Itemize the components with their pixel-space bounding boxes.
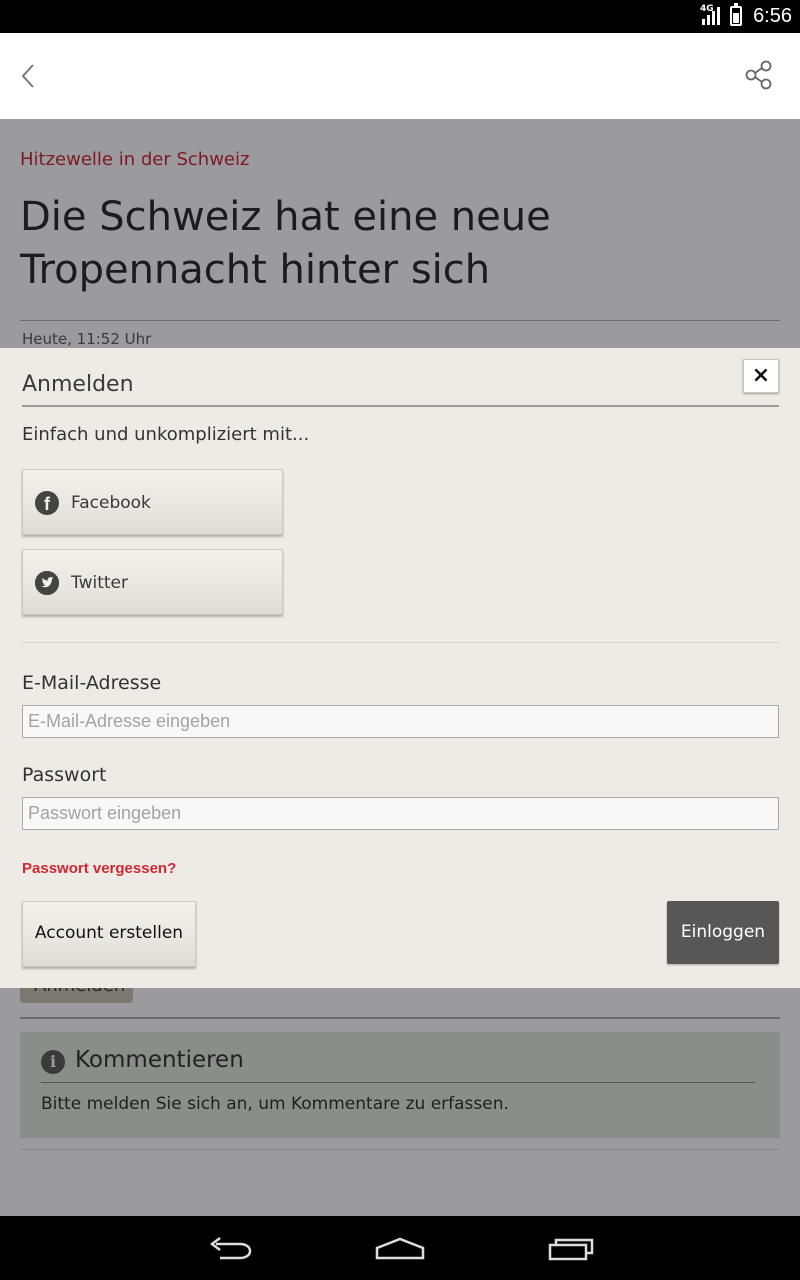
login-button[interactable]: Einloggen (667, 901, 779, 964)
password-field[interactable] (22, 797, 779, 830)
status-bar: 4G 6:56 (0, 0, 800, 33)
facebook-label: Facebook (71, 493, 151, 513)
recents-nav-icon[interactable] (547, 1237, 595, 1261)
divider (20, 1017, 780, 1019)
share-icon[interactable] (744, 59, 774, 91)
forgot-password-link[interactable]: Passwort vergessen? (22, 860, 176, 877)
navigation-bar (0, 1216, 800, 1280)
article-date: Heute, 11:52 Uhr (22, 330, 152, 348)
divider (20, 1149, 780, 1150)
back-icon[interactable] (14, 59, 48, 93)
create-account-button[interactable]: Account erstellen (22, 901, 196, 967)
signal-icon: 4G (700, 4, 720, 25)
twitter-icon (35, 571, 59, 595)
divider (41, 1082, 755, 1083)
home-nav-icon[interactable] (374, 1236, 426, 1262)
facebook-login-button[interactable]: f Facebook (22, 469, 283, 535)
comment-title: Kommentieren (75, 1047, 244, 1073)
info-icon: i (41, 1050, 65, 1074)
comment-box: i Kommentieren Bitte melden Sie sich an,… (20, 1032, 780, 1138)
battery-icon (730, 3, 742, 26)
twitter-label: Twitter (71, 573, 128, 593)
password-label: Passwort (22, 764, 107, 786)
dialog-title: Anmelden (22, 372, 134, 397)
comment-text: Bitte melden Sie sich an, um Kommentare … (41, 1094, 509, 1114)
twitter-login-button[interactable]: Twitter (22, 549, 283, 615)
back-nav-icon[interactable] (206, 1236, 254, 1262)
article-headline: Die Schweiz hat eine neue Tropennacht hi… (20, 194, 551, 293)
close-button[interactable]: × (743, 359, 779, 393)
divider (22, 642, 779, 643)
facebook-icon: f (35, 491, 59, 515)
status-time: 6:56 (753, 5, 792, 27)
app-bar (0, 33, 800, 119)
email-label: E-Mail-Adresse (22, 672, 162, 694)
dialog-subtitle: Einfach und unkompliziert mit... (22, 424, 310, 445)
email-field[interactable] (22, 705, 779, 738)
login-dialog: Anmelden × Einfach und unkompliziert mit… (0, 348, 800, 988)
article-kicker: Hitzewelle in der Schweiz (20, 149, 250, 170)
divider (22, 405, 779, 407)
divider (20, 320, 780, 321)
network-type: 4G (700, 4, 714, 14)
